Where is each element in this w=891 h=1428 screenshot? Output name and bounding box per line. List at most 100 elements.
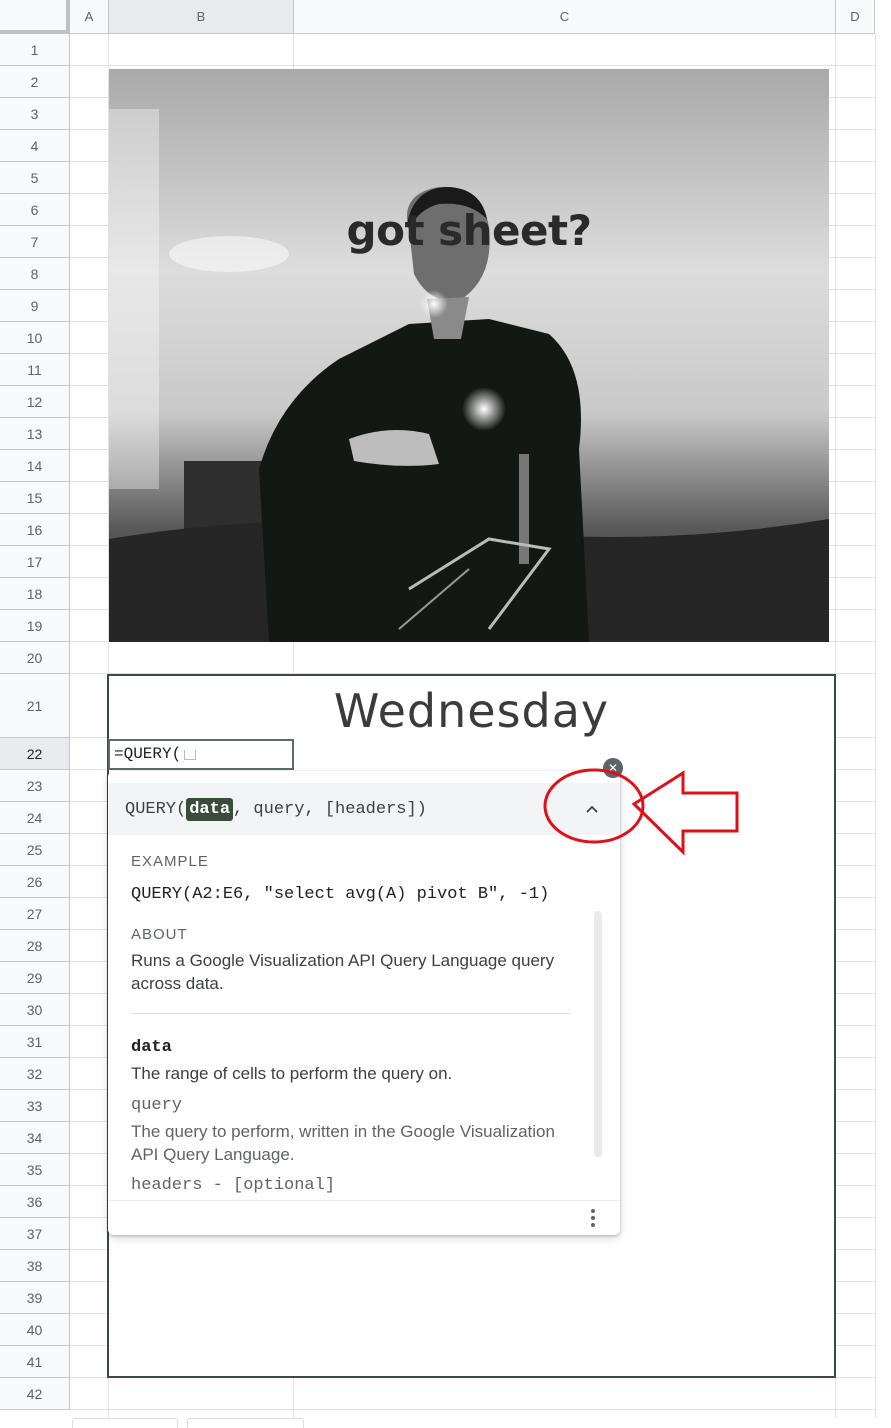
row-number: 15 (26, 489, 43, 506)
row-number: 18 (26, 585, 43, 602)
popup-scrollbar[interactable] (594, 911, 602, 1157)
row-number: 26 (26, 873, 43, 890)
row-number: 31 (26, 1033, 43, 1050)
column-header-d[interactable]: D (836, 0, 875, 34)
row-number: 12 (26, 393, 43, 410)
row-header-10[interactable]: 10 (0, 322, 70, 354)
chevron-up-icon[interactable] (580, 797, 604, 821)
close-icon[interactable]: ✕ (603, 758, 623, 778)
about-label: ABOUT (131, 926, 188, 943)
row-header-15[interactable]: 15 (0, 482, 70, 514)
row-header-19[interactable]: 19 (0, 610, 70, 642)
row-number: 16 (26, 521, 43, 538)
row-header-11[interactable]: 11 (0, 354, 70, 386)
row-number: 28 (26, 937, 43, 954)
cell-editor-input[interactable]: =QUERY( (108, 739, 294, 770)
row-header-8[interactable]: 8 (0, 258, 70, 290)
row-number: 27 (26, 905, 43, 922)
row-header-18[interactable]: 18 (0, 578, 70, 610)
embedded-meme-image[interactable]: got sheet? (109, 69, 829, 642)
param-desc-data: The range of cells to perform the query … (131, 1064, 453, 1083)
row-header-21[interactable]: 21 (0, 674, 70, 738)
param-name-headers: headers - [optional] (131, 1176, 336, 1195)
formula-signature-header[interactable]: QUERY(data, query, [headers]) (108, 783, 620, 835)
row-header-32[interactable]: 32 (0, 1058, 70, 1090)
row-header-38[interactable]: 38 (0, 1250, 70, 1282)
row-header-5[interactable]: 5 (0, 162, 70, 194)
row-header-25[interactable]: 25 (0, 834, 70, 866)
select-all-corner[interactable] (0, 0, 70, 34)
row-number: 29 (26, 969, 43, 986)
row-number: 4 (30, 137, 39, 154)
row-number: 3 (30, 105, 39, 122)
row-header-23[interactable]: 23 (0, 770, 70, 802)
row-header-24[interactable]: 24 (0, 802, 70, 834)
active-argument: data (186, 797, 234, 821)
formula-help-body[interactable]: EXAMPLE QUERY(A2:E6, "select avg(A) pivo… (108, 835, 604, 1200)
row-number: 13 (26, 425, 43, 442)
row-header-33[interactable]: 33 (0, 1090, 70, 1122)
row-number: 24 (26, 809, 43, 826)
row-number: 33 (26, 1097, 43, 1114)
row-number: 38 (26, 1257, 43, 1274)
row-number: 6 (30, 201, 39, 218)
row-header-40[interactable]: 40 (0, 1314, 70, 1346)
column-header-c[interactable]: C (294, 0, 836, 34)
row-number: 17 (26, 553, 43, 570)
row-header-9[interactable]: 9 (0, 290, 70, 322)
row-header-12[interactable]: 12 (0, 386, 70, 418)
space-marker (184, 750, 197, 760)
row-number: 8 (30, 265, 39, 282)
meme-caption: got sheet? (346, 206, 592, 255)
row-header-39[interactable]: 39 (0, 1282, 70, 1314)
param-name-data: data (131, 1038, 172, 1057)
formula-help-popup[interactable]: QUERY(data, query, [headers]) EXAMPLE QU… (108, 771, 620, 1235)
row-header-27[interactable]: 27 (0, 898, 70, 930)
more-vert-icon[interactable] (588, 1207, 598, 1229)
row-header-14[interactable]: 14 (0, 450, 70, 482)
row-header-4[interactable]: 4 (0, 130, 70, 162)
row-number: 9 (30, 297, 39, 314)
example-formula: QUERY(A2:E6, "select avg(A) pivot B", -1… (131, 885, 550, 904)
row-header-31[interactable]: 31 (0, 1026, 70, 1058)
row-header-42[interactable]: 42 (0, 1378, 70, 1410)
row-header-29[interactable]: 29 (0, 962, 70, 994)
row-header-13[interactable]: 13 (0, 418, 70, 450)
row-header-35[interactable]: 35 (0, 1154, 70, 1186)
row-header-41[interactable]: 41 (0, 1346, 70, 1378)
row-header-6[interactable]: 6 (0, 194, 70, 226)
row-header-17[interactable]: 17 (0, 546, 70, 578)
row-number: 36 (26, 1193, 43, 1210)
row-number: 10 (26, 329, 43, 346)
formula-signature: QUERY(data, query, [headers]) (125, 797, 427, 821)
formula-help-footer (108, 1200, 620, 1235)
row-header-30[interactable]: 30 (0, 994, 70, 1026)
column-header-a[interactable]: A (70, 0, 109, 34)
row-header-2[interactable]: 2 (0, 66, 70, 98)
cell-editor-value: =QUERY( (114, 745, 182, 763)
row-header-28[interactable]: 28 (0, 930, 70, 962)
row-number: 30 (26, 1001, 43, 1018)
row-header-26[interactable]: 26 (0, 866, 70, 898)
gridline (875, 34, 876, 1418)
row-header-20[interactable]: 20 (0, 642, 70, 674)
row-number: 23 (26, 777, 43, 794)
row-header-36[interactable]: 36 (0, 1186, 70, 1218)
param-desc-query: The query to perform, written in the Goo… (131, 1122, 555, 1164)
row-header-7[interactable]: 7 (0, 226, 70, 258)
row-header-37[interactable]: 37 (0, 1218, 70, 1250)
meme-photo (109, 69, 829, 642)
column-header-b[interactable]: B (109, 0, 294, 34)
row-number: 39 (26, 1289, 43, 1306)
row-number: 14 (26, 457, 43, 474)
row-header-22[interactable]: 22 (0, 738, 70, 770)
row-header-3[interactable]: 3 (0, 98, 70, 130)
row-header-34[interactable]: 34 (0, 1122, 70, 1154)
gridline (70, 65, 875, 66)
row-number: 35 (26, 1161, 43, 1178)
row-header-1[interactable]: 1 (0, 34, 70, 66)
row-number: 20 (26, 649, 43, 666)
row-number: 22 (26, 745, 43, 762)
section-divider (131, 1013, 571, 1014)
row-header-16[interactable]: 16 (0, 514, 70, 546)
